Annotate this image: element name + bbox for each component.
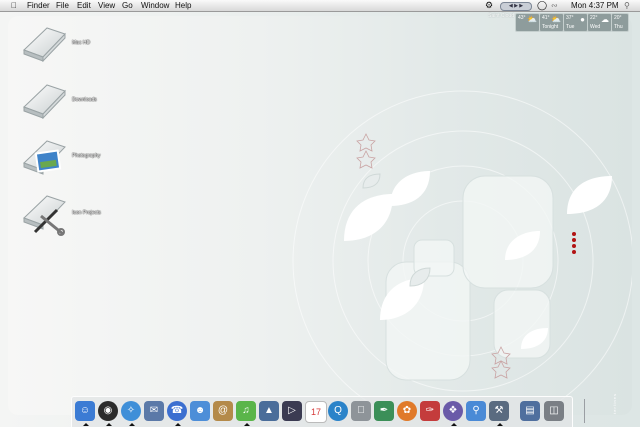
weather-temp: 22° bbox=[590, 15, 598, 21]
desktop-icon-mac-hd[interactable]: Mac HD bbox=[21, 24, 131, 64]
gear-icon[interactable]: ⚙ bbox=[485, 0, 493, 11]
running-indicator bbox=[175, 423, 181, 426]
partly-cloudy-icon: ⛅ bbox=[527, 15, 537, 24]
address-book-icon[interactable]: @ bbox=[213, 401, 233, 421]
menu-window[interactable]: Window bbox=[141, 0, 169, 11]
menu-edit[interactable]: Edit bbox=[77, 0, 91, 11]
system-preferences-icon[interactable]:  bbox=[351, 401, 371, 421]
weather-day[interactable]: 20° Thu bbox=[611, 13, 629, 32]
dashboard-icon[interactable]: ◉ bbox=[98, 401, 118, 426]
flower-icon[interactable]: ✿ bbox=[397, 401, 417, 421]
cloudy-icon: ☁ bbox=[601, 15, 609, 24]
apple-icon[interactable]:  bbox=[11, 0, 17, 11]
mail-icon[interactable]: ✉ bbox=[144, 401, 164, 421]
imovie-icon[interactable]: ▷ bbox=[282, 401, 302, 421]
trash-icon[interactable]: ◫ bbox=[544, 401, 564, 421]
running-indicator bbox=[244, 423, 250, 426]
bird-icon[interactable]: ❖ bbox=[443, 401, 463, 426]
iphoto-icon[interactable]: ▲ bbox=[259, 401, 279, 421]
dock-separator bbox=[584, 399, 585, 423]
folder-stack-icon[interactable]: ▤ bbox=[520, 401, 540, 421]
weather-temp: 41° bbox=[542, 15, 550, 21]
media-controls-icon[interactable]: ◀ ▶ ▶ bbox=[500, 2, 532, 11]
desktop-icon-label: Photography bbox=[72, 153, 101, 159]
hard-drive-icon bbox=[23, 84, 66, 120]
desktop-icon-downloads[interactable]: Downloads bbox=[21, 81, 131, 121]
desktop-icon-photography[interactable]: Photography bbox=[21, 135, 141, 180]
ical-icon[interactable]: 17 bbox=[305, 401, 327, 423]
desktop-icon-label: Mac HD bbox=[72, 40, 91, 46]
photo-drive-icon bbox=[23, 140, 66, 175]
messenger-icon[interactable]: ☻ bbox=[190, 401, 210, 421]
tools-drive-icon bbox=[23, 195, 66, 236]
partly-cloudy-icon: ⛅ bbox=[551, 15, 561, 24]
running-indicator bbox=[83, 423, 89, 426]
weather-day-label: Thu bbox=[614, 24, 623, 30]
running-indicator bbox=[451, 423, 457, 426]
weather-day[interactable]: 37° ● Tue bbox=[563, 13, 588, 32]
running-indicator bbox=[106, 423, 112, 426]
weather-temp: 20° bbox=[614, 15, 622, 21]
hard-drive-icon bbox=[23, 27, 66, 63]
quicktime-icon[interactable]: Q bbox=[328, 401, 348, 421]
menu-go[interactable]: Go bbox=[122, 0, 133, 11]
weather-day[interactable]: 22° ☁ Wed bbox=[587, 13, 612, 32]
desktop-icon-label: Icon Projects bbox=[72, 210, 101, 216]
menu-finder[interactable]: Finder bbox=[27, 0, 50, 11]
menu-help[interactable]: Help bbox=[175, 0, 191, 11]
dock: ☺ ◉ ✧ ✉ ☎ ☻ @ ♫ ▲ ▷ 17 Q  ✒ ✿ ✑ ❖ ⚲ ⚒ ▤… bbox=[71, 396, 585, 427]
quill-icon[interactable]: ✒ bbox=[374, 401, 394, 421]
itunes-icon[interactable]: ♫ bbox=[236, 401, 256, 426]
moon-icon: ● bbox=[580, 15, 585, 24]
wallpaper-dots bbox=[572, 232, 576, 256]
finder-icon[interactable]: ☺ bbox=[75, 401, 95, 426]
weather-day[interactable]: 43° ⛅ bbox=[515, 13, 540, 32]
weather-day-label: Tue bbox=[566, 24, 575, 30]
wifi-icon[interactable]: ∾ bbox=[551, 0, 558, 11]
weather-temp: 37° bbox=[566, 15, 574, 21]
weather-day-label: Tonight bbox=[542, 24, 559, 30]
safari-icon[interactable]: ✧ bbox=[121, 401, 141, 426]
desktop-icon-label: Downloads bbox=[72, 97, 97, 103]
weather-day[interactable]: 41° ⛅ Tonight bbox=[539, 13, 564, 32]
weather-city: Saint Cloud bbox=[488, 13, 514, 19]
pen-icon[interactable]: ✑ bbox=[420, 401, 440, 421]
wallpaper-watermark: waterlines bbox=[612, 392, 617, 415]
magnifier-icon[interactable]: ⚲ bbox=[466, 401, 486, 421]
spotlight-icon[interactable]: ⚲ bbox=[624, 0, 630, 11]
running-indicator bbox=[497, 423, 503, 426]
tools-icon[interactable]: ⚒ bbox=[489, 401, 509, 426]
desktop-icon-icon-projects[interactable]: Icon Projects bbox=[21, 190, 141, 238]
weather-day-label: Wed bbox=[590, 24, 601, 30]
menubar-clock[interactable]: Mon 4:37 PM bbox=[571, 0, 619, 11]
menu-file[interactable]: File bbox=[56, 0, 69, 11]
chat-bubble-icon[interactable]: ◯ bbox=[537, 0, 547, 11]
running-indicator bbox=[129, 423, 135, 426]
ichat-icon[interactable]: ☎ bbox=[167, 401, 187, 426]
weather-temp: 43° bbox=[518, 15, 526, 21]
menubar:  Finder File Edit View Go Window Help ⚙… bbox=[0, 0, 640, 12]
menu-view[interactable]: View bbox=[98, 0, 115, 11]
